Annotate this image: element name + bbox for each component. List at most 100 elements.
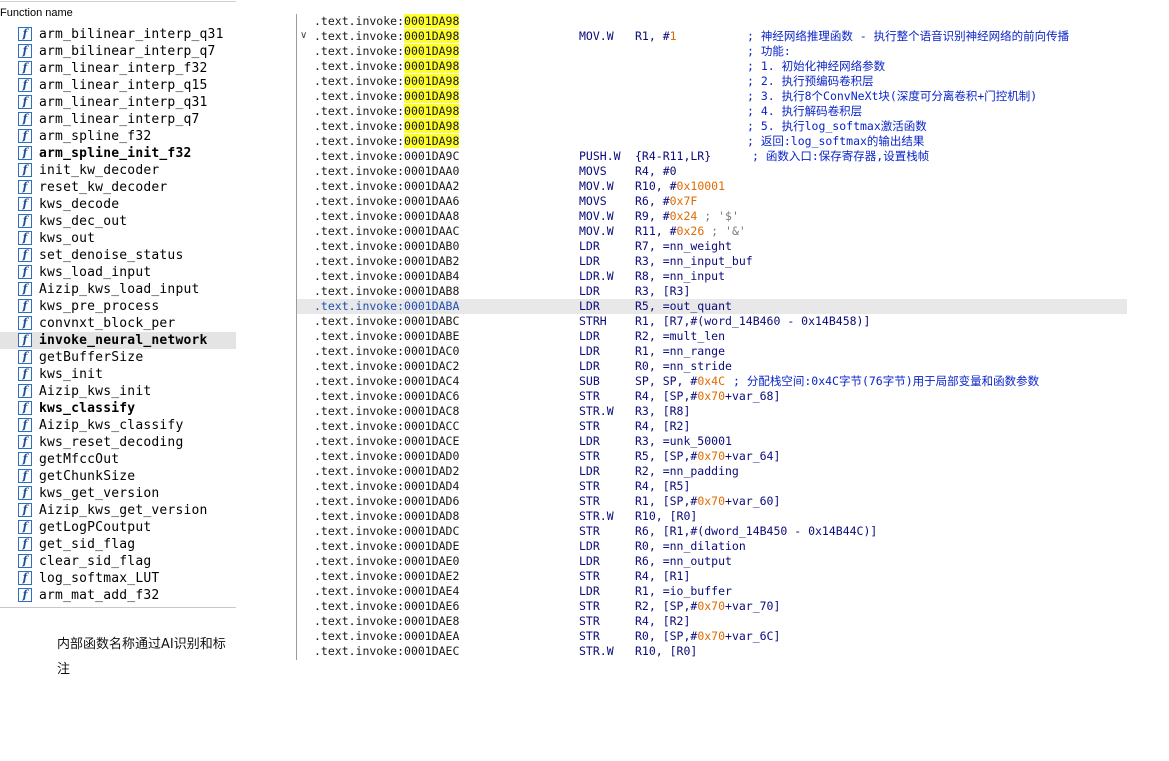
code-line[interactable]: .text.invoke:0001DAD2 LDR R2, =nn_padding xyxy=(297,464,1127,479)
fold-arrow-icon[interactable]: ∨ xyxy=(300,28,307,43)
function-list-item[interactable]: f kws_get_version xyxy=(0,485,236,502)
code-line[interactable]: .text.invoke:0001DAC2 LDR R0, =nn_stride xyxy=(297,359,1127,374)
code-line[interactable]: .text.invoke:0001DAD6 STR R1, [SP,#0x70+va… xyxy=(297,494,1127,509)
function-list-item[interactable]: f kws_load_input xyxy=(0,264,236,281)
segment-name: .text.invoke: xyxy=(314,359,405,373)
code-line[interactable]: ∨ .text.invoke:0001DA98 MOV.W R1, #1 ; 神经网络推… xyxy=(297,29,1127,44)
function-list-item[interactable]: f convnxt_block_per xyxy=(0,315,236,332)
code-line[interactable]: .text.invoke:0001DAC0 LDR R1, =nn_range xyxy=(297,344,1127,359)
function-name: reset_kw_decoder xyxy=(39,180,168,195)
function-list-item[interactable]: f kws_init xyxy=(0,366,236,383)
segment-name: .text.invoke: xyxy=(314,59,405,73)
code-line[interactable]: .text.invoke:0001DAC8 STR.W R3, [R8] xyxy=(297,404,1127,419)
function-list-item[interactable]: f clear_sid_flag xyxy=(0,553,236,570)
function-list-item[interactable]: f getLogPCoutput xyxy=(0,519,236,536)
code-line[interactable]: .text.invoke:0001DAE6 STR R2, [SP,#0x70+va… xyxy=(297,599,1127,614)
code-line[interactable]: .text.invoke:0001DABC STRH R1, [R7,#(word_… xyxy=(297,314,1127,329)
function-list-item[interactable]: f arm_linear_interp_q31 xyxy=(0,94,236,111)
operand-text: R8, =nn_input xyxy=(635,269,726,283)
code-line[interactable]: .text.invoke:0001DA98 ; 3. 执行8个ConvNeXt块(… xyxy=(297,89,1127,104)
code-line[interactable]: .text.invoke:0001DABE LDR R2, =mult_len xyxy=(297,329,1127,344)
code-line[interactable]: .text.invoke:0001DAE2 STR R4, [R1] xyxy=(297,569,1127,584)
code-line[interactable]: .text.invoke:0001DACC STR R4, [R2] xyxy=(297,419,1127,434)
code-line[interactable]: .text.invoke:0001DAC4 SUB SP, SP, #0x4C ; 分… xyxy=(297,374,1127,389)
function-list-item[interactable]: f getMfccOut xyxy=(0,451,236,468)
code-line[interactable]: .text.invoke:0001DAB2 LDR R3, =nn_input_bu… xyxy=(297,254,1127,269)
function-list-item[interactable]: f kws_dec_out xyxy=(0,213,236,230)
line-address: .text.invoke:0001DAB8 xyxy=(314,284,459,299)
instruction-mnemonic: MOVS xyxy=(579,164,607,178)
function-list-item[interactable]: f arm_bilinear_interp_q7 xyxy=(0,43,236,60)
instruction-operands: R4, [R1] xyxy=(635,569,690,584)
code-line[interactable]: .text.invoke:0001DAD0 STR R5, [SP,#0x70+va… xyxy=(297,449,1127,464)
code-comment: ; 5. 执行log_softmax激活函数 xyxy=(747,119,927,133)
code-line[interactable]: .text.invoke:0001DA98 ; 5. 执行log_softmax激… xyxy=(297,119,1127,134)
code-line[interactable]: .text.invoke:0001DAD4 STR R4, [R5] xyxy=(297,479,1127,494)
code-line[interactable]: .text.invoke:0001DAEA STR R0, [SP,#0x70+va… xyxy=(297,629,1127,644)
segment-name: .text.invoke: xyxy=(314,224,405,238)
code-line[interactable]: .text.invoke:0001DAB8 LDR R3, [R3] xyxy=(297,284,1127,299)
code-line[interactable]: .text.invoke:0001DA98 ; 2. 执行预编码卷积层 xyxy=(297,74,1127,89)
operand-text: R1, # xyxy=(635,29,670,43)
line-address: .text.invoke:0001DA98 xyxy=(314,119,460,134)
code-line[interactable]: .text.invoke:0001DA98 ; 功能: xyxy=(297,44,1127,59)
code-line[interactable]: .text.invoke:0001DADE LDR R0, =nn_dilation xyxy=(297,539,1127,554)
function-list-item[interactable]: f Aizip_kws_load_input xyxy=(0,281,236,298)
function-list-item[interactable]: f arm_spline_f32 xyxy=(0,128,236,145)
function-icon: f xyxy=(18,299,32,313)
code-line[interactable]: .text.invoke:0001DAD8 STR.W R10, [R0] xyxy=(297,509,1127,524)
instruction-mnemonic: LDR xyxy=(579,329,600,343)
code-line[interactable]: .text.invoke:0001DAE4 LDR R1, =io_buffer xyxy=(297,584,1127,599)
function-list-item[interactable]: f kws_decode xyxy=(0,196,236,213)
code-line[interactable]: .text.invoke:0001DAEC STR.W R10, [R0] xyxy=(297,644,1127,659)
code-line[interactable]: .text.invoke:0001DAE0 LDR R6, =nn_output xyxy=(297,554,1127,569)
code-line[interactable]: .text.invoke:0001DABA LDR R5, =out_quant xyxy=(297,299,1127,314)
code-line[interactable]: .text.invoke:0001DAA2 MOV.W R10, #0x10001 xyxy=(297,179,1127,194)
function-list-item[interactable]: f arm_bilinear_interp_q31 xyxy=(0,26,236,43)
code-line[interactable]: .text.invoke:0001DAE8 STR R4, [R2] xyxy=(297,614,1127,629)
code-line[interactable]: .text.invoke:0001DA98 ; 4. 执行解码卷积层 xyxy=(297,104,1127,119)
code-line[interactable]: .text.invoke:0001DADC STR R6, [R1,#(dword_… xyxy=(297,524,1127,539)
instruction-operands: R5, =out_quant xyxy=(635,299,732,314)
code-line[interactable]: .text.invoke:0001DAB4 LDR.W R8, =nn_input xyxy=(297,269,1127,284)
function-list-item[interactable]: f kws_classify xyxy=(0,400,236,417)
segment-name: .text.invoke: xyxy=(314,119,405,133)
function-list-item[interactable]: f getChunkSize xyxy=(0,468,236,485)
function-list-item[interactable]: f kws_pre_process xyxy=(0,298,236,315)
code-line[interactable]: .text.invoke:0001DAA8 MOV.W R9, #0x24 ; '$… xyxy=(297,209,1127,224)
function-list-item[interactable]: f arm_linear_interp_f32 xyxy=(0,60,236,77)
code-line[interactable]: .text.invoke:0001DAA0 MOVS R4, #0 xyxy=(297,164,1127,179)
function-list-header[interactable]: Function name xyxy=(0,6,236,21)
function-name: arm_mat_add_f32 xyxy=(39,588,160,603)
function-list-item[interactable]: f kws_out xyxy=(0,230,236,247)
code-line[interactable]: .text.invoke:0001DAA6 MOVS R6, #0x7F xyxy=(297,194,1127,209)
function-list-item[interactable]: f init_kw_decoder xyxy=(0,162,236,179)
function-list-item[interactable]: f invoke_neural_network xyxy=(0,332,236,349)
code-line[interactable]: .text.invoke:0001DAAC MOV.W R11, #0x26 ; '… xyxy=(297,224,1127,239)
function-list-item[interactable]: f kws_reset_decoding xyxy=(0,434,236,451)
function-name: arm_linear_interp_q31 xyxy=(39,95,208,110)
function-list-item[interactable]: f getBufferSize xyxy=(0,349,236,366)
code-line[interactable]: .text.invoke:0001DAC6 STR R4, [SP,#0x70+va… xyxy=(297,389,1127,404)
function-list-item[interactable]: f Aizip_kws_init xyxy=(0,383,236,400)
code-line[interactable]: .text.invoke:0001DA98 ; 1. 初始化神经网络参数 xyxy=(297,59,1127,74)
function-list-item[interactable]: f get_sid_flag xyxy=(0,536,236,553)
function-list-item[interactable]: f reset_kw_decoder xyxy=(0,179,236,196)
code-line[interactable]: .text.invoke:0001DAB0 LDR R7, =nn_weight xyxy=(297,239,1127,254)
function-list-item[interactable]: f Aizip_kws_classify xyxy=(0,417,236,434)
segment-name: .text.invoke: xyxy=(314,629,405,643)
operand-text: R4, [R5] xyxy=(635,479,691,493)
code-line[interactable]: .text.invoke:0001DA98 xyxy=(297,14,1127,29)
function-list-item[interactable]: f set_denoise_status xyxy=(0,247,236,264)
function-list-item[interactable]: f log_softmax_LUT xyxy=(0,570,236,587)
segment-name: .text.invoke: xyxy=(314,299,405,313)
code-line[interactable]: .text.invoke:0001DA9C PUSH.W {R4-R11,LR} ; … xyxy=(297,149,1127,164)
function-list-item[interactable]: f arm_spline_init_f32 xyxy=(0,145,236,162)
code-comment: ; 3. 执行8个ConvNeXt块(深度可分离卷积+门控机制) xyxy=(747,89,1038,103)
function-list-item[interactable]: f Aizip_kws_get_version xyxy=(0,502,236,519)
function-list-item[interactable]: f arm_linear_interp_q15 xyxy=(0,77,236,94)
code-line[interactable]: .text.invoke:0001DACE LDR R3, =unk_50001 xyxy=(297,434,1127,449)
function-list-item[interactable]: f arm_mat_add_f32 xyxy=(0,587,236,604)
code-line[interactable]: .text.invoke:0001DA98 ; 返回:log_softmax的输出… xyxy=(297,134,1127,149)
function-list-item[interactable]: f arm_linear_interp_q7 xyxy=(0,111,236,128)
